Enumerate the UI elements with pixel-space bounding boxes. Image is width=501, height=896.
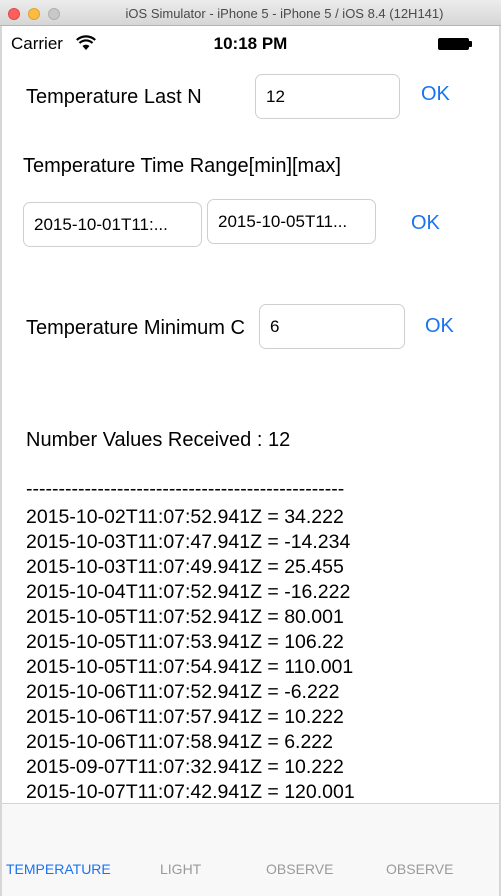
results-list: 2015-10-02T11:07:52.941Z = 34.222 2015-10… bbox=[26, 505, 355, 805]
tab-observe[interactable]: OBSERVE bbox=[266, 861, 333, 877]
battery-icon bbox=[438, 38, 469, 50]
minimum-input[interactable]: 6 bbox=[259, 304, 405, 349]
separator-line: ----------------------------------------… bbox=[26, 478, 345, 500]
tab-observe-2[interactable]: OBSERVE bbox=[386, 861, 453, 877]
result-line: 2015-10-05T11:07:52.941Z = 80.001 bbox=[26, 606, 344, 628]
battery-tip bbox=[469, 41, 472, 47]
last-n-ok-button[interactable]: OK bbox=[421, 83, 450, 106]
result-line: 2015-10-06T11:07:52.941Z = -6.222 bbox=[26, 681, 340, 703]
result-line: 2015-10-05T11:07:54.941Z = 110.001 bbox=[26, 656, 354, 678]
tab-temperature[interactable]: TEMPERATURE bbox=[6, 861, 111, 877]
result-line: 2015-10-06T11:07:57.941Z = 10.222 bbox=[26, 706, 344, 728]
minimize-window-button[interactable] bbox=[28, 8, 40, 20]
result-line: 2015-10-06T11:07:58.941Z = 6.222 bbox=[26, 731, 334, 753]
result-line: 2015-10-02T11:07:52.941Z = 34.222 bbox=[26, 506, 344, 528]
result-line: 2015-10-03T11:07:49.941Z = 25.455 bbox=[26, 556, 344, 578]
window-title: iOS Simulator - iPhone 5 - iPhone 5 / iO… bbox=[125, 6, 444, 21]
tab-bar: TEMPERATURE LIGHT OBSERVE OBSERVE bbox=[2, 803, 499, 896]
tab-light[interactable]: LIGHT bbox=[160, 861, 201, 877]
result-line: 2015-10-03T11:07:47.941Z = -14.234 bbox=[26, 531, 351, 553]
time-range-ok-button[interactable]: OK bbox=[411, 212, 440, 235]
minimum-label: Temperature Minimum C bbox=[26, 317, 245, 339]
window-titlebar: iOS Simulator - iPhone 5 - iPhone 5 / iO… bbox=[0, 0, 501, 26]
status-bar: Carrier 10:18 PM bbox=[2, 26, 499, 58]
simulator-screen: Carrier 10:18 PM Temperature Last N 12 O… bbox=[2, 26, 499, 896]
minimum-ok-button[interactable]: OK bbox=[425, 315, 454, 338]
time-range-min-input[interactable]: 2015-10-01T11:... bbox=[23, 202, 202, 247]
values-received-count: Number Values Received : 12 bbox=[26, 429, 291, 451]
status-time: 10:18 PM bbox=[213, 34, 288, 53]
zoom-window-button[interactable] bbox=[48, 8, 60, 20]
last-n-label: Temperature Last N bbox=[26, 86, 202, 108]
last-n-input[interactable]: 12 bbox=[255, 74, 400, 119]
result-line: 2015-10-07T11:07:42.941Z = 120.001 bbox=[26, 781, 355, 803]
result-line: 2015-10-05T11:07:53.941Z = 106.22 bbox=[26, 631, 344, 653]
time-range-label: Temperature Time Range[min][max] bbox=[23, 155, 341, 177]
close-window-button[interactable] bbox=[8, 8, 20, 20]
time-range-max-input[interactable]: 2015-10-05T11... bbox=[207, 199, 376, 244]
result-line: 2015-09-07T11:07:32.941Z = 10.222 bbox=[26, 756, 344, 778]
result-line: 2015-10-04T11:07:52.941Z = -16.222 bbox=[26, 581, 351, 603]
